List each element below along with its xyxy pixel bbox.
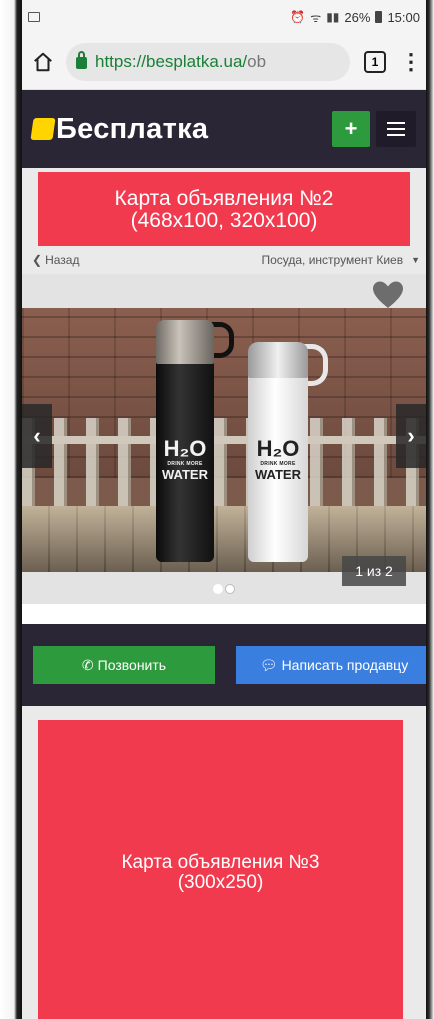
header-buttons: + <box>332 111 416 147</box>
hamburger-menu-button[interactable] <box>376 111 416 147</box>
heart-icon[interactable] <box>372 280 404 310</box>
address-bar[interactable]: https://besplatka.ua/ob <box>66 42 350 81</box>
bottle-label-water: WATER <box>162 467 208 482</box>
hamburger-icon-line <box>387 122 405 124</box>
chevron-down-icon: ▼ <box>411 255 420 265</box>
battery-percent: 26% <box>344 9 371 25</box>
lock-icon <box>76 51 87 69</box>
hamburger-icon-line <box>387 128 405 130</box>
browser-menu-icon[interactable]: ⋮ <box>400 50 422 72</box>
black-bottle-label: H₂O DRINK MORE WATER <box>162 438 208 482</box>
alarm-icon: ⏰ <box>290 10 306 24</box>
browser-toolbar: https://besplatka.ua/ob 1 ⋮ <box>22 34 426 90</box>
photo-fence <box>22 418 426 508</box>
ad-banner-2[interactable]: Карта объявления №2 (468x100, 320x100) <box>38 172 410 248</box>
bottle-label-main: H₂O <box>163 436 207 461</box>
device-edge-left <box>0 0 22 1019</box>
chevron-left-icon: ‹ <box>33 423 41 448</box>
contact-bar: ✆ Позвонить 💬︎ Написать продавцу <box>22 624 426 706</box>
tab-switcher-button[interactable]: 1 <box>364 50 386 73</box>
white-bottle-label: H₂O DRINK MORE WATER <box>254 438 302 482</box>
status-left <box>28 12 40 22</box>
logo-text: Бесплатка <box>56 112 209 145</box>
status-right: ⏰ ᯤ ▮▮ 26% 15:00 <box>290 9 420 26</box>
listing-meta-strip <box>22 604 426 624</box>
wifi-icon: ᯤ <box>310 10 322 25</box>
category-dropdown[interactable]: Посуда, инструмент Киев ▼ <box>261 253 420 267</box>
bottle-label-main: H₂O <box>256 436 300 461</box>
listing-photo[interactable]: H₂O DRINK MORE WATER H₂O DRINK MORE WATE… <box>22 308 426 572</box>
photo-fence-rail <box>22 436 426 444</box>
add-listing-button[interactable]: + <box>332 111 370 147</box>
site-header: Бесплатка + <box>22 90 426 168</box>
photo-gallery: H₂O DRINK MORE WATER H₂O DRINK MORE WATE… <box>22 274 426 604</box>
photo-counter: 1 из 2 <box>342 556 406 586</box>
device-frame: ⏰ ᯤ ▮▮ 26% 15:00 https://besplatka.ua/ob… <box>0 0 434 1019</box>
phone-icon: ✆ <box>81 656 94 673</box>
chevron-left-icon: ❮ <box>32 253 43 267</box>
next-photo-button[interactable]: › <box>396 404 426 468</box>
clock: 15:00 <box>387 9 420 25</box>
message-label: Написать продавцу <box>281 657 409 673</box>
ad-banner-3[interactable]: Карта объявления №3 (300x250) <box>38 720 403 1019</box>
chat-bubble-icon: 💬︎ <box>259 656 278 673</box>
back-link[interactable]: ❮ Назад <box>32 253 79 267</box>
ad2-line2: (468x100, 320x100) <box>130 209 318 232</box>
ad3-container: Карта объявления №3 (300x250) <box>22 706 426 1019</box>
site-logo[interactable]: Бесплатка <box>30 112 209 146</box>
ad3-line1: Карта объявления №3 <box>121 852 320 873</box>
gallery-dot[interactable] <box>225 584 235 594</box>
ad2-container: Карта объявления №2 (468x100, 320x100) <box>22 168 426 248</box>
gallery-dot-active[interactable] <box>213 584 223 594</box>
ad3-line2: (300x250) <box>177 872 264 893</box>
gallery-dots <box>22 584 426 594</box>
gallery-notification-icon <box>28 12 40 22</box>
category-label: Посуда, инструмент Киев <box>261 253 404 267</box>
white-bottle-cap <box>248 342 308 378</box>
message-seller-button[interactable]: 💬︎ Написать продавцу <box>236 646 426 684</box>
back-label: Назад <box>45 253 80 267</box>
signal-icon: ▮▮ <box>326 10 340 24</box>
url-path: ob <box>247 51 267 71</box>
url-text: https://besplatka.ua/ob <box>95 52 266 72</box>
black-bottle-cap <box>156 320 214 364</box>
screen: ⏰ ᯤ ▮▮ 26% 15:00 https://besplatka.ua/ob… <box>22 0 426 1019</box>
prev-photo-button[interactable]: ‹ <box>22 404 52 468</box>
device-edge-right <box>426 0 434 1019</box>
call-label: Позвонить <box>97 657 167 673</box>
battery-icon <box>375 11 383 23</box>
chevron-right-icon: › <box>407 423 415 448</box>
breadcrumb: ❮ Назад Посуда, инструмент Киев ▼ <box>22 246 426 274</box>
bottle-label-water: WATER <box>255 467 301 482</box>
home-icon <box>34 52 52 71</box>
url-host: https://besplatka.ua/ <box>95 51 248 71</box>
status-bar: ⏰ ᯤ ▮▮ 26% 15:00 <box>22 0 426 34</box>
home-button[interactable] <box>28 47 58 77</box>
call-button[interactable]: ✆ Позвонить <box>33 646 215 684</box>
ad2-line1: Карта объявления №2 <box>114 187 334 210</box>
hamburger-icon-line <box>387 134 405 136</box>
logo-mark-icon <box>30 118 56 140</box>
